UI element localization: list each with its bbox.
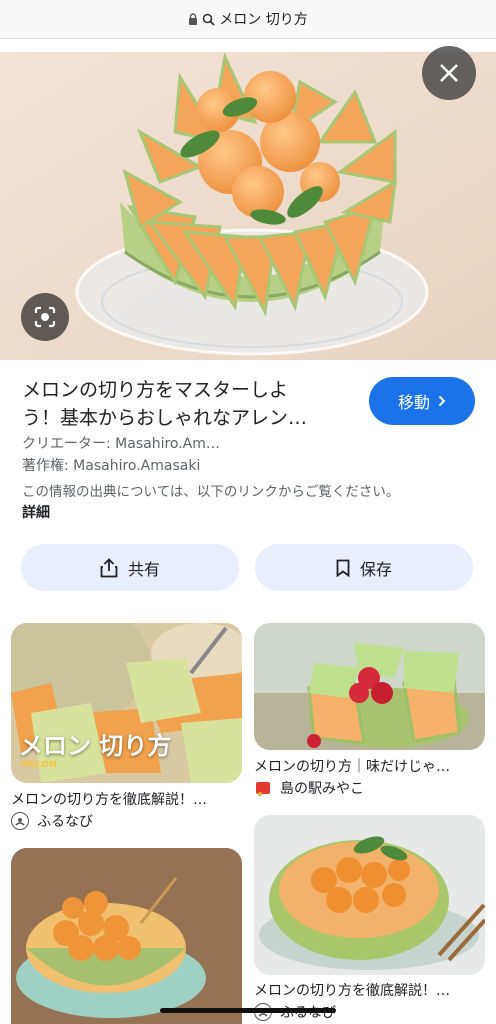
chevron-right-icon	[438, 395, 446, 407]
share-button[interactable]: 共有	[21, 544, 239, 591]
card-overlay-title: メロン 切り方	[19, 732, 172, 760]
home-indicator[interactable]	[160, 1008, 336, 1013]
related-card-4[interactable]	[254, 815, 485, 975]
close-icon	[440, 64, 458, 82]
hero-image[interactable]	[0, 52, 496, 360]
related-caption-1[interactable]: メロンの切り方を徹底解説！…	[11, 789, 242, 809]
creator-text: クリエーター: Masahiro.Am…	[22, 436, 220, 452]
lens-button[interactable]	[21, 293, 69, 341]
related-card-1[interactable]: メロン 切り方 MELON	[11, 623, 242, 783]
close-button[interactable]	[422, 46, 476, 100]
source-name: 島の駅みやこ	[280, 781, 364, 797]
card-overlay-sub: MELON	[21, 760, 57, 770]
share-icon	[100, 557, 118, 577]
details-link[interactable]: 詳細	[22, 502, 50, 522]
result-title[interactable]: メロンの切り方をマスターしよ う！基本からおしゃれなアレン…	[22, 376, 352, 432]
search-icon	[202, 13, 215, 26]
visit-button[interactable]: 移動	[369, 377, 475, 425]
lock-icon	[189, 13, 198, 25]
related-source-1[interactable]: ふるなび	[11, 811, 93, 831]
result-title-line2: う！基本からおしゃれなアレン…	[22, 407, 308, 429]
related-card-2[interactable]	[254, 623, 485, 750]
related-caption-2[interactable]: メロンの切り方｜味だけじゃ…	[254, 756, 485, 776]
source-name: ふるなび	[37, 814, 93, 830]
related-caption-4[interactable]: メロンの切り方を徹底解説！…	[254, 980, 485, 1000]
save-label: 保存	[359, 559, 392, 579]
bookmark-icon	[336, 559, 350, 577]
source-notice: この情報の出典については、以下のリンクからご覧ください。	[22, 484, 400, 500]
related-card-3[interactable]	[11, 848, 242, 1024]
source-logo-icon	[11, 812, 29, 830]
share-label: 共有	[127, 559, 160, 579]
source-logo-icon	[254, 779, 272, 797]
result-title-line1: メロンの切り方をマスターしよ	[22, 379, 289, 401]
url-bar[interactable]: メロン 切り方	[0, 0, 496, 39]
lens-icon	[34, 306, 56, 328]
visit-label: 移動	[397, 393, 430, 412]
related-source-2[interactable]: 島の駅みやこ	[254, 778, 364, 798]
save-button[interactable]: 保存	[255, 544, 473, 591]
url-text: メロン 切り方	[219, 12, 308, 28]
copyright-text: 著作権: Masahiro.Amasaki	[22, 458, 201, 474]
